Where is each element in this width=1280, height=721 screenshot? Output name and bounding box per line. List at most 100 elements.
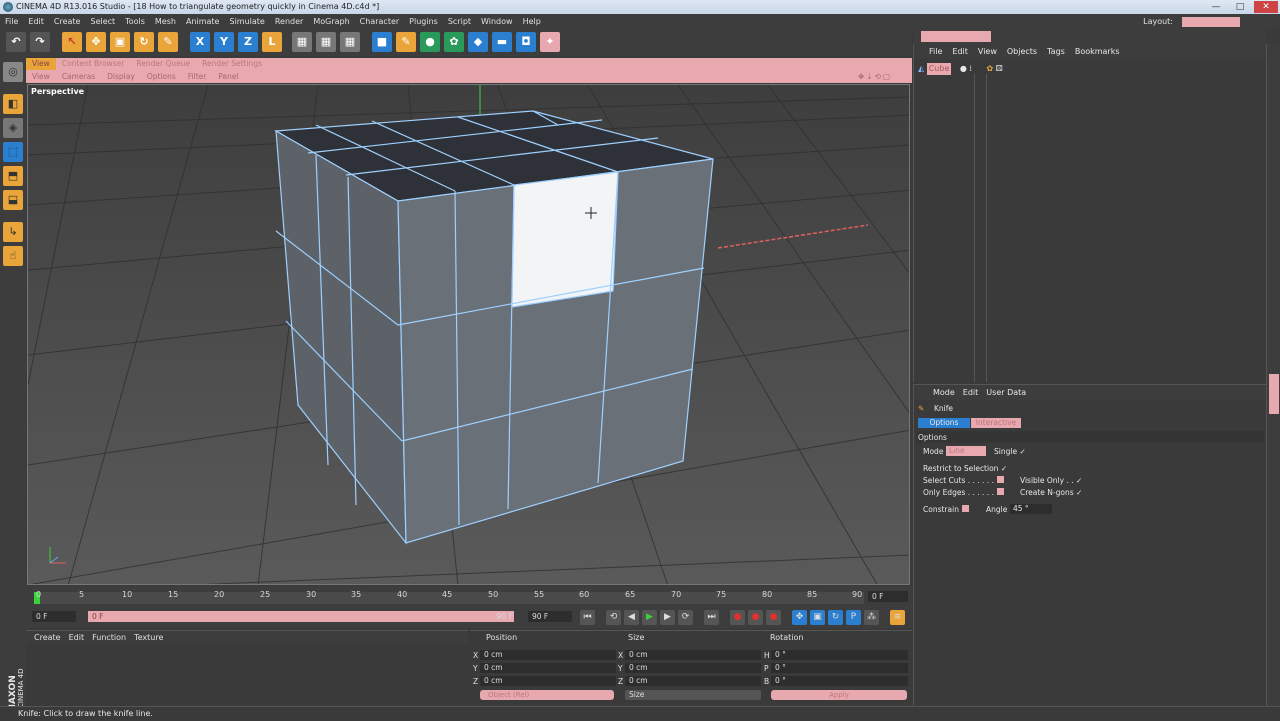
step-forward-icon[interactable]: ▶ (660, 610, 675, 625)
preview-range-slider[interactable]: 0 F (88, 611, 514, 622)
pos-y-field[interactable]: 0 cm (480, 663, 616, 673)
minimize-button[interactable]: — (1204, 1, 1228, 13)
axis-mode-icon[interactable]: ↳ (3, 222, 23, 242)
perspective-viewport[interactable]: Perspective (27, 84, 910, 585)
record-scale-icon[interactable]: ▣ (810, 610, 825, 625)
viewport-navigation-icons[interactable]: ✥⇣⟲▢ (852, 70, 898, 83)
camera-icon[interactable]: ◘ (516, 32, 536, 52)
pos-x-field[interactable]: 0 cm (480, 650, 616, 660)
coordinate-mode-dropdown[interactable]: Object (Rel) (480, 690, 614, 700)
current-frame-field[interactable]: 0 F (868, 591, 908, 602)
end-frame-field[interactable]: 90 F (528, 611, 572, 622)
menu-script[interactable]: Script (443, 14, 476, 29)
select-cuts-checkbox[interactable] (997, 476, 1004, 483)
pos-z-field[interactable]: 0 cm (480, 676, 616, 686)
viewport-scene[interactable] (28, 85, 910, 585)
size-z-field[interactable]: 0 cm (625, 676, 761, 686)
rot-h-field[interactable]: 0 ° (771, 650, 908, 660)
rot-p-field[interactable]: 0 ° (771, 663, 908, 673)
keyframe-selection-icon[interactable]: ● (766, 610, 781, 625)
material-menu-function[interactable]: Function (88, 631, 130, 644)
edit-render-settings-icon[interactable]: ▦ (340, 32, 360, 52)
phong-tag-icon[interactable]: ✿ (987, 64, 994, 73)
tab-render-settings[interactable]: Render Settings (196, 58, 268, 70)
object-menu-bookmarks[interactable]: Bookmarks (1070, 44, 1125, 59)
record-parameter-icon[interactable]: P (846, 610, 861, 625)
redo-button[interactable]: ↷ (30, 32, 50, 52)
timeline-ruler[interactable]: 0 5 10 15 20 25 30 35 40 45 50 55 60 65 … (26, 586, 912, 606)
rotate-tool-button[interactable]: ↻ (134, 32, 154, 52)
tab-content-browser[interactable]: Content Browser (56, 58, 131, 70)
menu-character[interactable]: Character (355, 14, 405, 29)
tab-render-queue[interactable]: Render Queue (130, 58, 196, 70)
size-x-field[interactable]: 0 cm (625, 650, 761, 660)
y-axis-lock-button[interactable]: Y (214, 32, 234, 52)
live-selection-button[interactable]: ↖ (62, 32, 82, 52)
angle-field[interactable]: 45 ° (1010, 504, 1052, 514)
menu-render[interactable]: Render (270, 14, 308, 29)
rot-b-field[interactable]: 0 ° (771, 676, 908, 686)
mode-dropdown[interactable]: Line (946, 446, 986, 456)
menu-select[interactable]: Select (85, 14, 120, 29)
attribute-menu-edit[interactable]: Edit (959, 385, 983, 400)
move-tool-button[interactable]: ✥ (86, 32, 106, 52)
z-axis-lock-button[interactable]: Z (238, 32, 258, 52)
tab-options[interactable]: Options (918, 418, 970, 428)
record-active-icon[interactable]: ● (730, 610, 745, 625)
object-name-cube[interactable]: Cube (926, 63, 952, 75)
render-picture-viewer-icon[interactable]: ▦ (316, 32, 336, 52)
object-row-cube[interactable]: ◭ Cube ● ⁞ ✿ ⚄ (918, 63, 1003, 75)
cube-object-icon[interactable]: ■ (372, 32, 392, 52)
menu-mesh[interactable]: Mesh (150, 14, 181, 29)
object-menu-tags[interactable]: Tags (1042, 44, 1070, 59)
viewport-menu-filter[interactable]: Filter (182, 70, 213, 83)
scale-tool-button[interactable]: ▣ (110, 32, 130, 52)
viewport-menu-options[interactable]: Options (141, 70, 182, 83)
record-position-icon[interactable]: ✥ (792, 610, 807, 625)
subdivision-surface-icon[interactable]: ● (420, 32, 440, 52)
render-view-icon[interactable]: ▦ (292, 32, 312, 52)
material-menu-edit[interactable]: Edit (65, 631, 89, 644)
restrict-to-selection-checkbox[interactable]: Restrict to Selection ✓ (923, 464, 1007, 473)
spline-pen-icon[interactable]: ✎ (396, 32, 416, 52)
maximize-button[interactable]: □ (1228, 1, 1252, 13)
light-icon[interactable]: ✦ (540, 32, 560, 52)
go-to-end-icon[interactable]: ⏭ (704, 610, 719, 625)
texture-tag-icon[interactable]: ⚄ (996, 64, 1003, 73)
go-to-next-key-icon[interactable]: ⟳ (678, 610, 693, 625)
layout-toolbar-icons[interactable] (921, 31, 991, 42)
tab-view[interactable]: View (26, 58, 56, 70)
edges-mode-icon[interactable]: ⬒ (3, 166, 23, 186)
menu-plugins[interactable]: Plugins (404, 14, 443, 29)
attribute-menu-user-data[interactable]: User Data (982, 385, 1030, 400)
constrain-checkbox[interactable] (962, 505, 969, 512)
only-edges-checkbox[interactable] (997, 488, 1004, 495)
recent-tools-button[interactable]: ✎ (158, 32, 178, 52)
go-to-previous-key-icon[interactable]: ⟲ (606, 610, 621, 625)
undo-button[interactable]: ↶ (6, 32, 26, 52)
material-menu-create[interactable]: Create (30, 631, 65, 644)
menu-simulate[interactable]: Simulate (224, 14, 269, 29)
object-menu-view[interactable]: View (973, 44, 1002, 59)
coordinate-system-button[interactable]: L (262, 32, 282, 52)
menu-animate[interactable]: Animate (181, 14, 225, 29)
close-button[interactable]: ✕ (1254, 1, 1278, 13)
visible-only-checkbox[interactable]: Visible Only . . ✓ (1020, 476, 1082, 485)
single-checkbox[interactable]: Single ✓ (994, 447, 1026, 456)
play-icon[interactable]: ▶ (642, 610, 657, 625)
points-mode-icon[interactable]: ⬚ (3, 142, 23, 162)
menu-tools[interactable]: Tools (120, 14, 150, 29)
snap-tool-icon[interactable]: ☝ (3, 246, 23, 266)
timeline-menu-icon[interactable]: ≡ (890, 610, 905, 625)
size-y-field[interactable]: 0 cm (625, 663, 761, 673)
object-menu-objects[interactable]: Objects (1002, 44, 1042, 59)
attributes-side-tab[interactable] (1269, 374, 1279, 414)
tab-interactive[interactable]: Interactive (971, 418, 1021, 428)
layout-dropdown[interactable] (1182, 16, 1240, 27)
array-generator-icon[interactable]: ✿ (444, 32, 464, 52)
record-rotation-icon[interactable]: ↻ (828, 610, 843, 625)
attribute-menu-mode[interactable]: Mode (929, 385, 959, 400)
material-menu-texture[interactable]: Texture (130, 631, 167, 644)
viewport-menu-panel[interactable]: Panel (212, 70, 244, 83)
create-ngons-checkbox[interactable]: Create N-gons ✓ (1020, 488, 1082, 497)
